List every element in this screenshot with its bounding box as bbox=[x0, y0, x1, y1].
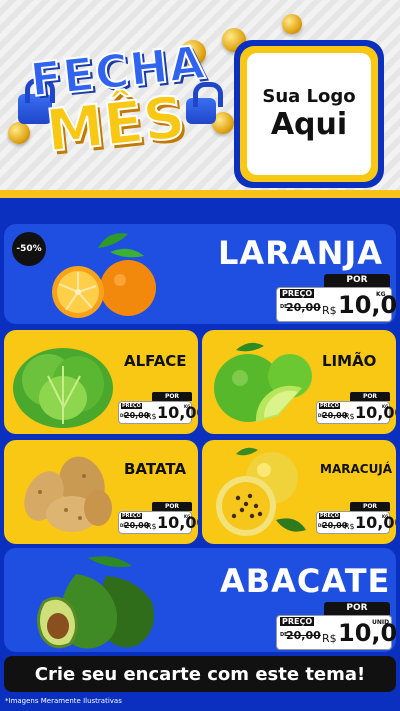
unit-label: UNID bbox=[372, 619, 390, 626]
price-tag: POR PREÇO DE 20,00 R$ 10,00 KG bbox=[118, 502, 198, 534]
orange-icon bbox=[52, 233, 156, 318]
current-price: 10,00 bbox=[338, 291, 396, 319]
product-card-limao[interactable]: LIMÃO POR PREÇO DE 20,00 R$ 10,00 KG bbox=[202, 330, 396, 434]
store-logo-placeholder[interactable]: Sua Logo Aqui bbox=[234, 40, 384, 188]
logo-text-line1: Sua Logo bbox=[262, 86, 356, 107]
old-price: 20,00 bbox=[286, 301, 321, 314]
header-divider bbox=[0, 190, 400, 198]
campaign-title-line2: MÊS bbox=[42, 82, 189, 166]
price-tag: POR PREÇO DE 20,00 R$ 10,00 UNID bbox=[276, 602, 396, 650]
preco-label: PREÇO bbox=[121, 403, 142, 409]
current-price: 10,00 bbox=[157, 513, 198, 532]
product-card-maracuja[interactable]: MARACUJÁ POR PREÇO DE 20,00 R$ 10,00 KG bbox=[202, 440, 396, 544]
gold-coin-icon bbox=[282, 14, 302, 34]
por-label: POR bbox=[324, 602, 390, 615]
preco-label: PREÇO bbox=[319, 513, 340, 519]
preco-label: PREÇO bbox=[121, 513, 142, 519]
product-name: MARACUJÁ bbox=[320, 462, 393, 476]
currency-label: R$ bbox=[322, 632, 337, 645]
por-label: POR bbox=[350, 392, 390, 401]
product-name: ALFACE bbox=[124, 352, 187, 370]
current-price: 10,00 bbox=[355, 403, 396, 422]
unit-label: KG bbox=[382, 404, 389, 409]
currency-label: R$ bbox=[344, 522, 355, 531]
unit-label: KG bbox=[184, 404, 191, 409]
disclaimer-text: *Imagens Meramente Ilustrativas bbox=[5, 697, 122, 705]
avocado-icon bbox=[37, 556, 154, 649]
product-name: LIMÃO bbox=[322, 352, 377, 370]
preco-label: PREÇO bbox=[280, 289, 315, 298]
product-card-laranja[interactable]: -50% LARANJA POR PREÇO DE 20,00 R$ 10,00… bbox=[4, 224, 396, 324]
por-label: POR bbox=[324, 274, 390, 287]
por-label: POR bbox=[350, 502, 390, 511]
product-name: ABACATE bbox=[220, 562, 391, 600]
preco-label: PREÇO bbox=[280, 617, 315, 626]
padlock-icon bbox=[186, 82, 223, 124]
lettuce-icon bbox=[13, 348, 113, 428]
potato-icon bbox=[24, 456, 112, 532]
logo-text-line2: Aqui bbox=[270, 107, 348, 142]
product-name: LARANJA bbox=[218, 234, 384, 272]
current-price: 10,00 bbox=[157, 403, 198, 422]
price-tag: POR PREÇO DE 20,00 R$ 10,00 KG bbox=[316, 502, 396, 534]
price-tag: POR PREÇO DE 20,00 R$ 10,00 KG bbox=[276, 274, 396, 322]
unit-label: KG bbox=[382, 514, 389, 519]
unit-label: KG bbox=[184, 514, 191, 519]
preco-label: PREÇO bbox=[319, 403, 340, 409]
currency-label: R$ bbox=[344, 412, 355, 421]
price-tag: POR PREÇO DE 20,00 R$ 10,00 KG bbox=[118, 392, 198, 424]
currency-label: R$ bbox=[322, 304, 337, 317]
current-price: 10,00 bbox=[355, 513, 396, 532]
unit-label: KG bbox=[376, 291, 386, 298]
old-price: 20,00 bbox=[286, 629, 321, 642]
por-label: POR bbox=[152, 392, 192, 401]
currency-label: R$ bbox=[146, 412, 157, 421]
gold-coin-icon bbox=[8, 122, 30, 144]
por-label: POR bbox=[152, 502, 192, 511]
product-card-abacate[interactable]: ABACATE POR PREÇO DE 20,00 R$ 10,00 UNID bbox=[4, 548, 396, 652]
currency-label: R$ bbox=[146, 522, 157, 531]
create-flyer-button[interactable]: Crie seu encarte com este tema! bbox=[4, 656, 396, 692]
header-banner: FECHA MÊS Sua Logo Aqui bbox=[0, 0, 400, 196]
lime-icon bbox=[214, 342, 312, 422]
product-card-batata[interactable]: BATATA POR PREÇO DE 20,00 R$ 10,00 KG bbox=[4, 440, 198, 544]
price-tag: POR PREÇO DE 20,00 R$ 10,00 KG bbox=[316, 392, 396, 424]
discount-badge: -50% bbox=[12, 232, 46, 266]
passion-fruit-icon bbox=[216, 447, 306, 536]
product-name: BATATA bbox=[124, 460, 187, 478]
product-card-alface[interactable]: ALFACE POR PREÇO DE 20,00 R$ 10,00 KG bbox=[4, 330, 198, 434]
